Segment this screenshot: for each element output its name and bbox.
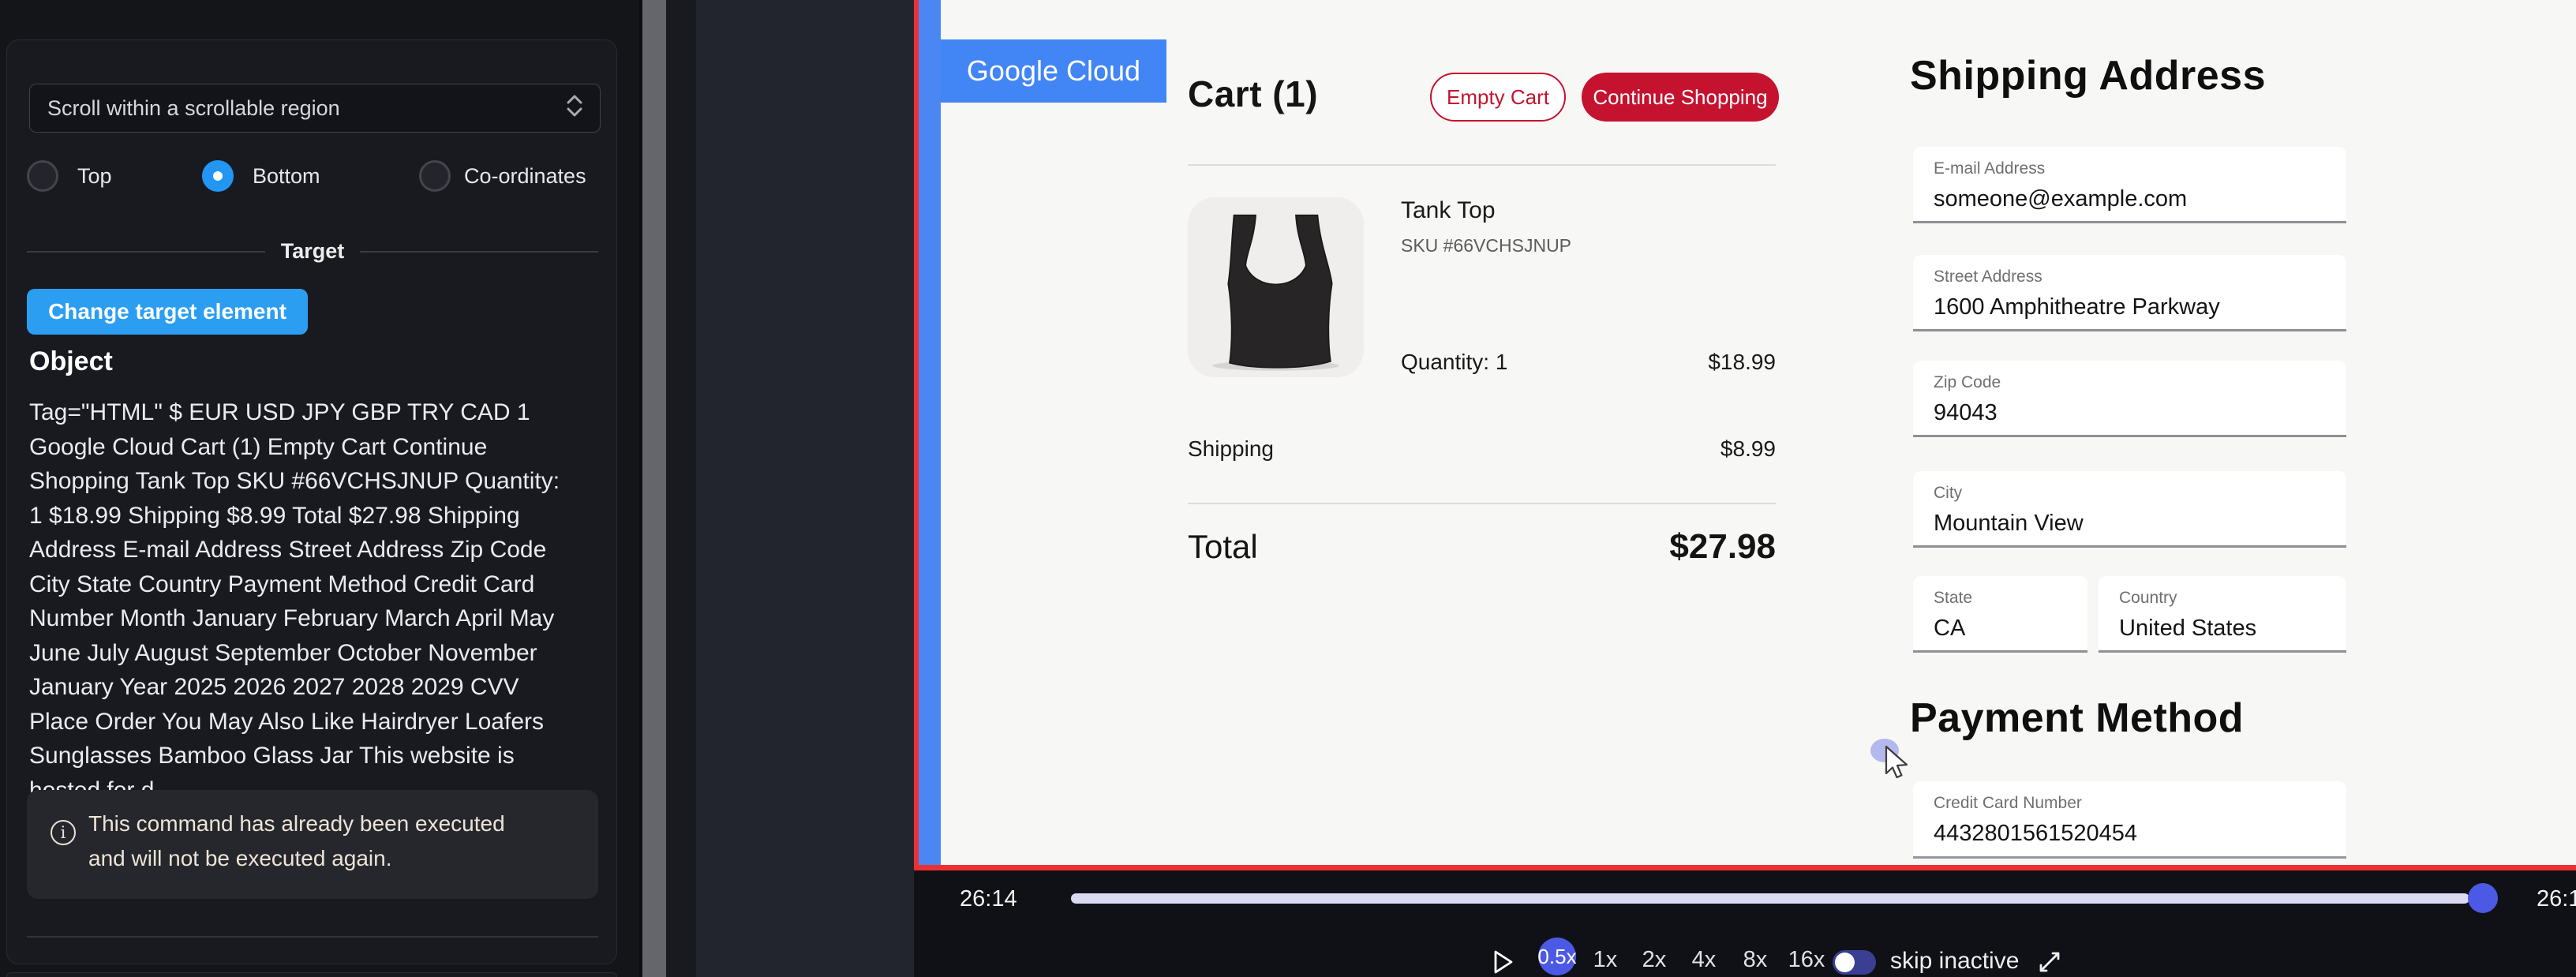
zip-field[interactable]: Zip Code 94043 <box>1913 361 2346 437</box>
email-field[interactable]: E-mail Address someone@example.com <box>1913 147 2346 223</box>
shipping-label: Shipping <box>1188 436 1274 462</box>
panel-scrollbar[interactable] <box>642 0 666 977</box>
replay-player-bar: 26:14 26:1 0.5x 1x 2x 4x 8x 16x skip ina… <box>914 870 2576 977</box>
continue-shopping-button[interactable]: Continue Shopping <box>1582 73 1779 122</box>
product-name: Tank Top <box>1401 197 1496 224</box>
radio-bottom-label: Bottom <box>253 159 320 193</box>
divider-line <box>27 251 265 253</box>
scroll-position-radio-group: Top Bottom Co-ordinates <box>7 159 618 193</box>
cart-divider-bottom <box>1188 503 1776 504</box>
page-left-blue-ribbon <box>919 0 941 865</box>
country-field-label: Country <box>2119 589 2346 608</box>
credit-card-field[interactable]: Credit Card Number 4432801561520454 <box>1913 781 2346 859</box>
shipping-row: Shipping $8.99 <box>1188 436 1776 462</box>
quantity-label: Quantity: 1 <box>1401 350 1507 375</box>
fullscreen-icon[interactable] <box>2036 949 2063 975</box>
city-field-label: City <box>1934 484 2346 503</box>
timeline-track[interactable] <box>1071 893 2469 904</box>
target-section-divider: Target <box>27 239 598 264</box>
country-field-value: United States <box>2119 616 2346 642</box>
toggle-knob <box>1835 953 1855 972</box>
info-notice-box: i This command has already been executed… <box>27 790 598 899</box>
radio-bottom[interactable] <box>202 160 234 192</box>
credit-card-field-label: Credit Card Number <box>1934 794 2346 813</box>
timeline-knob[interactable] <box>2468 883 2498 913</box>
cart-title: Cart (1) <box>1188 73 1318 115</box>
total-price: $27.98 <box>1669 527 1776 567</box>
radio-coordinates[interactable] <box>419 160 451 192</box>
city-field-value: Mountain View <box>1934 511 2346 537</box>
street-field[interactable]: Street Address 1600 Amphitheatre Parkway <box>1913 255 2346 331</box>
city-field[interactable]: City Mountain View <box>1913 471 2346 548</box>
divider-line <box>360 251 598 253</box>
speed-8x-button[interactable]: 8x <box>1739 947 1772 973</box>
product-image <box>1188 197 1364 377</box>
brand-ribbon-badge: Google Cloud <box>941 39 1166 103</box>
object-description-text: Tag="HTML" $ EUR USD JPY GBP TRY CAD 1 G… <box>29 395 575 807</box>
cart-divider-top <box>1188 164 1776 166</box>
command-select-value: Scroll within a scrollable region <box>47 96 565 121</box>
credit-card-field-value: 4432801561520454 <box>1934 821 2346 847</box>
select-chevrons-icon <box>565 92 584 125</box>
play-button[interactable] <box>1492 949 1515 975</box>
target-section-label: Target <box>281 239 345 264</box>
radio-coordinates-label: Co-ordinates <box>464 159 586 193</box>
speed-2x-button[interactable]: 2x <box>1638 947 1671 973</box>
current-time: 26:14 <box>960 886 1017 912</box>
tank-top-image <box>1188 197 1364 377</box>
total-label: Total <box>1188 528 1258 566</box>
speed-4x-button[interactable]: 4x <box>1687 947 1720 973</box>
change-target-button[interactable]: Change target element <box>27 289 308 335</box>
next-command-card-edge <box>6 972 617 977</box>
state-field-value: CA <box>1934 616 2087 642</box>
shipping-address-heading: Shipping Address <box>1910 52 2266 99</box>
object-heading: Object <box>29 346 113 377</box>
street-field-label: Street Address <box>1934 268 2346 286</box>
skip-inactive-label: skip inactive <box>1890 948 2019 975</box>
street-field-value: 1600 Amphitheatre Parkway <box>1934 294 2346 320</box>
zip-field-value: 94043 <box>1934 400 2346 426</box>
speed-1x-button[interactable]: 1x <box>1589 947 1622 973</box>
email-field-label: E-mail Address <box>1934 159 2346 178</box>
payment-method-heading: Payment Method <box>1910 694 2244 742</box>
mouse-cursor <box>1863 728 1926 795</box>
element-highlight-border-bottom <box>914 865 2576 870</box>
email-field-value: someone@example.com <box>1934 186 2346 212</box>
product-sku: SKU #66VCHSJNUP <box>1401 235 1571 256</box>
radio-top-label: Top <box>77 159 112 193</box>
speed-16x-button[interactable]: 16x <box>1786 947 1827 973</box>
total-row: Total $27.98 <box>1188 527 1776 567</box>
empty-cart-button[interactable]: Empty Cart <box>1430 73 1566 122</box>
end-time: 26:1 <box>2537 886 2576 912</box>
radio-top[interactable] <box>27 160 58 192</box>
state-field-label: State <box>1934 589 2087 608</box>
speed-0-5x-button[interactable]: 0.5x <box>1538 938 1576 975</box>
state-field[interactable]: State CA <box>1913 576 2087 653</box>
command-panel-card: Scroll within a scrollable region Top Bo… <box>6 39 617 964</box>
zip-field-label: Zip Code <box>1934 373 2346 392</box>
country-field[interactable]: Country United States <box>2099 576 2346 653</box>
gutter-strip <box>666 0 696 977</box>
replay-stage-background <box>696 0 914 977</box>
panel-bottom-divider <box>27 936 598 938</box>
quantity-price-row: Quantity: 1 $18.99 <box>1401 350 1776 375</box>
web-page-viewport: Google Cloud Cart (1) Empty Cart Continu… <box>941 0 2576 865</box>
item-price: $18.99 <box>1708 350 1776 375</box>
command-select[interactable]: Scroll within a scrollable region <box>29 84 601 133</box>
shipping-price: $8.99 <box>1720 436 1776 462</box>
info-icon: i <box>51 820 76 845</box>
info-notice-text: This command has already been executed a… <box>88 807 521 876</box>
skip-inactive-toggle[interactable] <box>1833 950 1876 975</box>
